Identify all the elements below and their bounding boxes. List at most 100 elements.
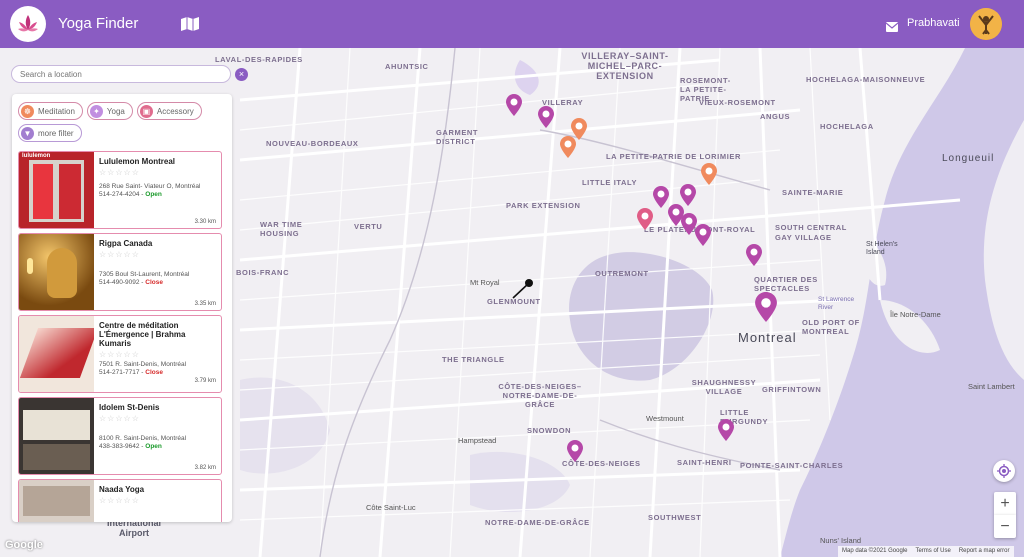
filter-label: more filter bbox=[38, 128, 74, 138]
report-error-link[interactable]: Report a map error bbox=[959, 548, 1010, 555]
place-name: Naada Yoga bbox=[99, 485, 145, 494]
map-label-shaughnessy: SHAUGHNESSY VILLAGE bbox=[691, 378, 757, 396]
app-title: Yoga Finder bbox=[58, 15, 139, 32]
filter-label: Accessory bbox=[156, 106, 194, 116]
accessory-icon: ▣ bbox=[139, 104, 153, 118]
rating-stars-icon: ☆☆☆☆☆ bbox=[99, 250, 140, 259]
map-label-snowdon: SNOWDON bbox=[527, 426, 572, 435]
location-pin[interactable] bbox=[653, 186, 669, 208]
terms-link[interactable]: Terms of Use bbox=[915, 548, 950, 555]
map-label-park-extension: PARK EXTENSION bbox=[506, 201, 581, 210]
place-address: 268 Rue Saint- Viateur O, Montréal bbox=[99, 183, 201, 190]
place-address: 7305 Boul St-Laurent, Montréal bbox=[99, 271, 190, 278]
map-label-little-italy: LITTLE ITALY bbox=[582, 178, 638, 187]
results-list: lululemon Lululemon Montreal ☆☆☆☆☆ 268 R… bbox=[18, 151, 222, 522]
map-label-pointe-saint-charles: POINTE-SAINT-CHARLES bbox=[740, 461, 844, 470]
rating-stars-icon: ☆☆☆☆☆ bbox=[99, 496, 140, 505]
list-item[interactable]: Naada Yoga ☆☆☆☆☆ bbox=[18, 479, 222, 522]
place-phone: 514-274-4204 bbox=[99, 191, 140, 198]
place-phone: 514-490-9092 bbox=[99, 279, 140, 286]
map-label-cote-des-neiges-ndg: CÔTE-DES-NEIGES–NOTRE-DAME-DE-GRÂCE bbox=[498, 382, 582, 409]
my-location-button[interactable] bbox=[993, 460, 1015, 482]
clear-search-button[interactable]: × bbox=[235, 68, 248, 81]
map-label-petite-patrie: LA PETITE-PATRIE DE LORIMIER bbox=[606, 152, 741, 161]
list-item[interactable]: Idolem St-Denis ☆☆☆☆☆ 8100 R. Saint-Deni… bbox=[18, 397, 222, 475]
map-label-saint-lambert: Saint Lambert bbox=[968, 382, 1015, 391]
map-label-southwest: SOUTHWEST bbox=[648, 513, 702, 522]
location-pin[interactable] bbox=[560, 136, 576, 158]
store-photo bbox=[19, 398, 94, 474]
store-sign: lululemon bbox=[22, 153, 51, 159]
google-logo: Google bbox=[5, 539, 43, 551]
map-label-garment: GARMENT DISTRICT bbox=[436, 128, 479, 146]
place-distance: 3.79 km bbox=[194, 378, 216, 384]
location-pin[interactable] bbox=[695, 224, 711, 246]
place-name: Idolem St-Denis bbox=[99, 403, 160, 412]
map-label-ahuntsic: AHUNTSIC bbox=[385, 62, 429, 71]
place-distance: 3.35 km bbox=[194, 301, 216, 307]
location-pin[interactable] bbox=[718, 419, 734, 441]
location-pin[interactable] bbox=[637, 208, 653, 230]
zoom-out-button[interactable]: − bbox=[994, 515, 1016, 538]
list-item[interactable]: lululemon Lululemon Montreal ☆☆☆☆☆ 268 R… bbox=[18, 151, 222, 229]
map-attribution: Map data ©2021 Google Terms of Use Repor… bbox=[838, 546, 1014, 557]
location-pin[interactable] bbox=[701, 163, 717, 185]
store-photo bbox=[19, 480, 94, 522]
map-label-hampstead: Hampstead bbox=[458, 436, 497, 445]
location-pin[interactable] bbox=[538, 106, 554, 128]
store-photo bbox=[19, 316, 94, 392]
filter-accessory[interactable]: ▣ Accessory bbox=[136, 102, 202, 120]
list-item[interactable]: Rigpa Canada ☆☆☆☆☆ 7305 Boul St-Laurent,… bbox=[18, 233, 222, 311]
map-label-nuns-island: Nuns' Island bbox=[820, 536, 862, 545]
user-name[interactable]: Prabhavati bbox=[907, 17, 960, 29]
location-pin-selected[interactable] bbox=[755, 292, 777, 322]
status-badge: Open bbox=[145, 191, 162, 198]
mail-icon[interactable] bbox=[885, 19, 899, 32]
place-distance: 3.30 km bbox=[194, 219, 216, 225]
status-badge: Close bbox=[145, 279, 163, 286]
map-label-laval: LAVAL-DES-RAPIDES bbox=[215, 55, 303, 64]
yoga-icon: ✦ bbox=[89, 104, 103, 118]
map-label-montreal: Montreal bbox=[738, 330, 797, 345]
meditation-icon: ☸ bbox=[21, 104, 34, 118]
rating-stars-icon: ☆☆☆☆☆ bbox=[99, 350, 140, 359]
place-distance: 3.82 km bbox=[194, 465, 216, 471]
map-label-villeray-saint-michel: VILLERAY–SAINT-MICHEL–PARC-EXTENSION bbox=[581, 51, 669, 81]
list-item[interactable]: Centre de méditation L'Émergence | Brahm… bbox=[18, 315, 222, 393]
filter-label: Yoga bbox=[106, 106, 125, 116]
place-name: Rigpa Canada bbox=[99, 239, 153, 248]
app-header: Yoga Finder Prabhavati bbox=[0, 0, 1024, 48]
map-label-outremont: OUTREMONT bbox=[595, 269, 649, 278]
map-label-sainte-marie: SAINTE-MARIE bbox=[782, 188, 844, 197]
map-label-saint-henri: SAINT-HENRI bbox=[677, 458, 732, 467]
map-icon[interactable] bbox=[180, 16, 200, 32]
current-location-marker bbox=[512, 279, 533, 299]
more-filter-button[interactable]: ▼ more filter bbox=[18, 124, 82, 142]
filter-yoga[interactable]: ✦ Yoga bbox=[86, 102, 133, 120]
filter-label: Meditation bbox=[38, 106, 75, 116]
place-phone: 514-271-7717 bbox=[99, 369, 140, 376]
avatar[interactable] bbox=[970, 8, 1002, 40]
place-name: Centre de méditation L'Émergence | Brahm… bbox=[99, 321, 186, 348]
location-pin[interactable] bbox=[746, 244, 762, 266]
search-input[interactable] bbox=[11, 65, 231, 83]
location-pin[interactable] bbox=[680, 184, 696, 206]
map-label-westmount: Westmount bbox=[646, 414, 684, 423]
store-photo: lululemon bbox=[19, 152, 94, 228]
zoom-in-button[interactable]: + bbox=[994, 492, 1016, 515]
filter-meditation[interactable]: ☸ Meditation bbox=[18, 102, 83, 120]
map-label-vertu: VERTU bbox=[354, 222, 383, 231]
crosshair-icon bbox=[997, 464, 1011, 478]
map-label-old-port: OLD PORT OF MONTREAL bbox=[802, 318, 860, 336]
map-label-vieux-rosemont: VIEUX-ROSEMONT bbox=[699, 98, 776, 107]
map-label-the-triangle: THE TRIANGLE bbox=[442, 355, 505, 364]
location-pin[interactable] bbox=[506, 94, 522, 116]
results-panel: ☸ Meditation ✦ Yoga ▣ Accessory ▼ more f… bbox=[12, 94, 232, 522]
map-label-ile-notre-dame: Île Notre-Dame bbox=[890, 310, 941, 319]
lotus-logo-icon[interactable] bbox=[10, 6, 46, 42]
location-pin[interactable] bbox=[567, 440, 583, 462]
place-address: 7501 R. Saint-Denis, Montréal bbox=[99, 361, 187, 368]
map-label-hochelaga-maisonneuve: HOCHELAGA-MAISONNEUVE bbox=[806, 75, 926, 84]
map-label-mt-royal: Mt Royal bbox=[470, 278, 500, 287]
map-label-longueuil: Longueuil bbox=[942, 153, 995, 164]
